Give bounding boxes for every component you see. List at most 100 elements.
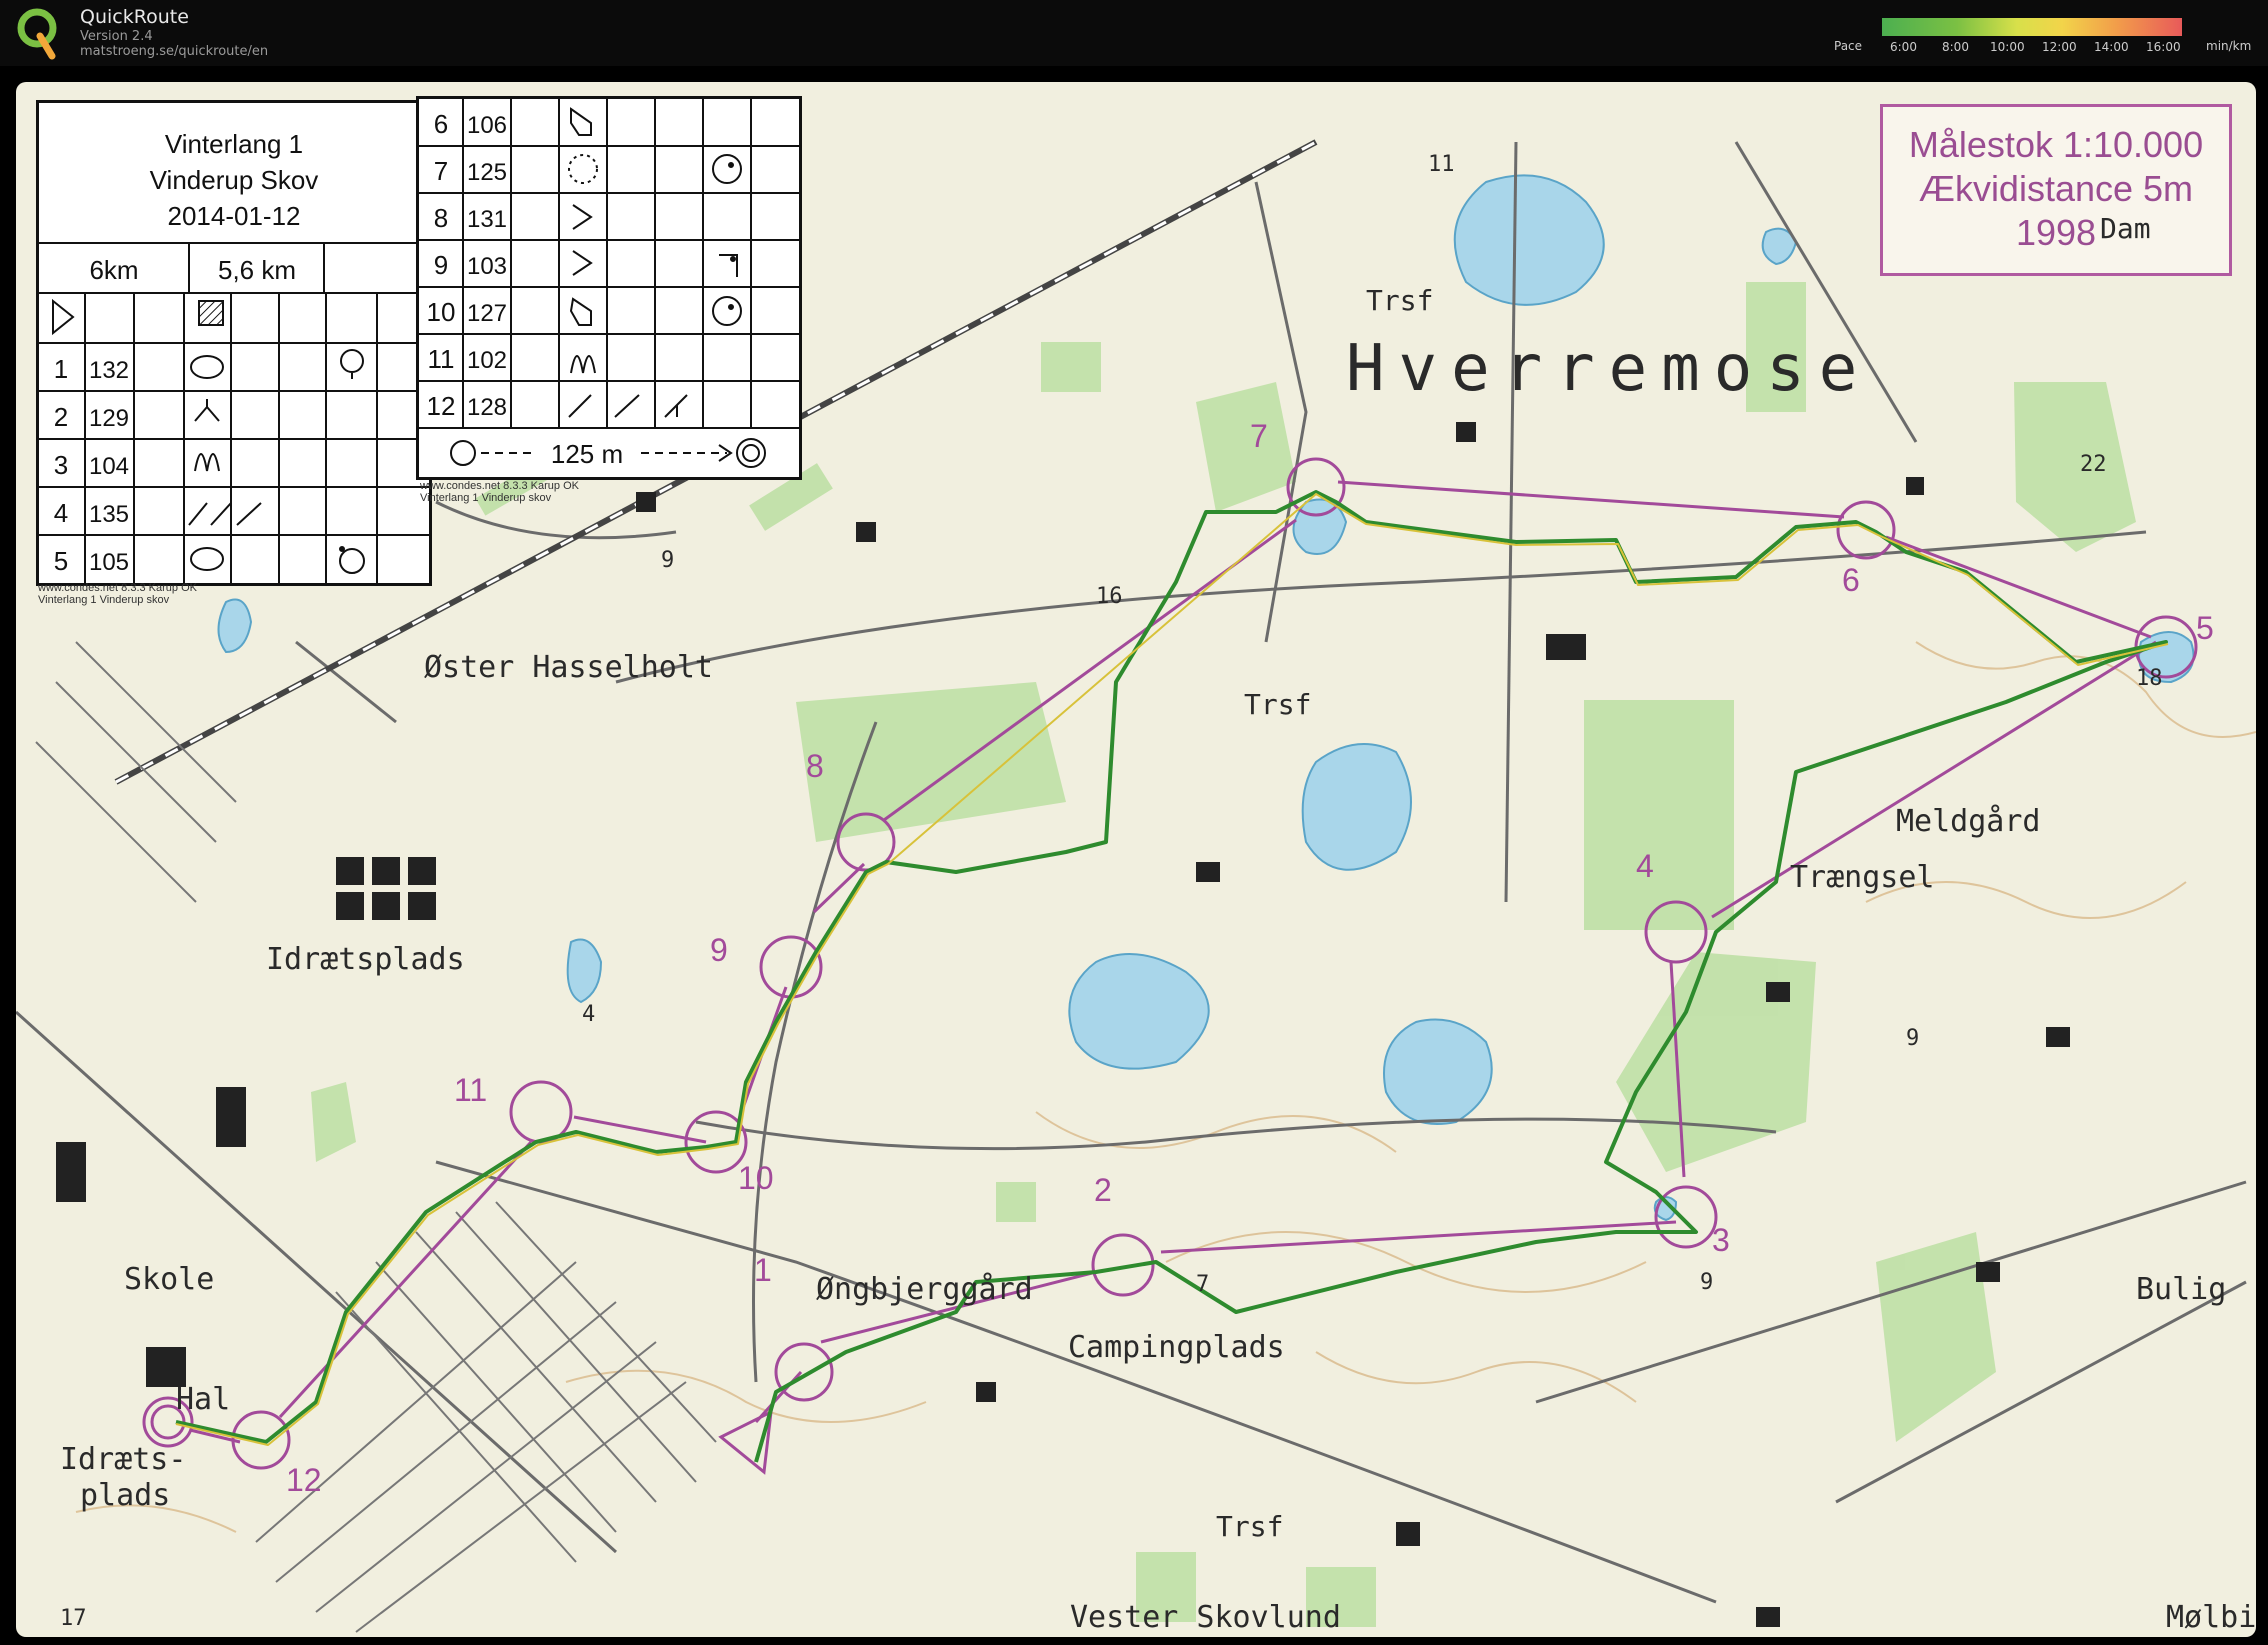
place-name-molbi: Mølbi [2166, 1600, 2256, 1635]
control-code: 132 [89, 357, 129, 384]
control-code: 104 [89, 453, 129, 480]
control-code: 127 [467, 300, 507, 327]
control-code: 125 [467, 159, 507, 186]
control-num: 10 [427, 297, 456, 327]
credit-right-1: www.condes.net 8.3.3 Karup OK [420, 480, 579, 492]
scale-line-3: 1998 [2015, 212, 2097, 253]
app-version: Version 2.4 [80, 29, 153, 44]
start-symbol-icon [52, 298, 75, 336]
control-num: 6 [434, 109, 448, 139]
title-bar: QuickRoute Version 2.4 matstroeng.se/qui… [0, 0, 2268, 66]
control-code: 135 [89, 501, 129, 528]
control-label-3: 3 [1712, 1222, 1730, 1258]
place-name-vester-skovlund: Vester Skovlund [1070, 1600, 1341, 1635]
spot-height: 9 [1906, 1026, 1920, 1051]
hatch-symbol-icon [198, 300, 224, 326]
control-label-4: 4 [1636, 848, 1654, 884]
control-label-7: 7 [1250, 418, 1268, 454]
control-num: 5 [54, 546, 68, 576]
pace-tick: 6:00 [1890, 40, 1917, 54]
pace-tick: 14:00 [2094, 40, 2129, 54]
control-num: 2 [54, 402, 68, 432]
control-num: 9 [434, 250, 448, 280]
pace-tick: 12:00 [2042, 40, 2077, 54]
control-label-5: 5 [2196, 610, 2214, 646]
app-url: matstroeng.se/quickroute/en [80, 44, 269, 59]
control-num: 12 [427, 391, 456, 421]
pace-tick: 10:00 [1990, 40, 2025, 54]
place-name-idraetsplads: Idrætsplads [266, 942, 465, 977]
map-canvas[interactable]: Vinterlang 1 Vinderup Skov 2014-01-12 6k… [16, 82, 2256, 1637]
event-venue: Vinderup Skov [150, 165, 319, 195]
credit-left-2: Vinterlang 1 Vinderup skov [38, 594, 170, 606]
control-description-card-2: 6 106 7 125 8 131 9 103 10 127 11 102 12… [416, 96, 802, 480]
control-code: 105 [89, 549, 129, 576]
finish-distance: 125 m [551, 439, 623, 469]
place-name-trsf: Trsf [1244, 688, 1312, 721]
pace-tick: 16:00 [2146, 40, 2181, 54]
place-name-idraets-plads-2: plads [80, 1478, 171, 1513]
event-date: 2014-01-12 [168, 201, 301, 231]
credit-left-1: www.condes.net 8.3.3 Karup OK [38, 582, 197, 594]
scale-line-2: Ækvidistance 5m [1918, 168, 2194, 209]
place-name-hal: Hal [176, 1382, 231, 1417]
scale-line-1: Målestok 1:10.000 [1908, 124, 2204, 165]
place-name-meldgard: Meldgård [1896, 804, 2041, 839]
control-label-1: 1 [754, 1252, 772, 1288]
control-label-9: 9 [710, 932, 728, 968]
course-legs [189, 480, 2157, 1444]
control-label-2: 2 [1094, 1172, 1112, 1208]
place-name-dam: Dam [2100, 212, 2151, 245]
control-num: 11 [428, 344, 455, 374]
spot-height: 17 [60, 1606, 87, 1631]
control-num: 3 [54, 450, 68, 480]
event-name: Vinterlang 1 [165, 129, 303, 159]
scale-legend-box: Målestok 1:10.000 Ækvidistance 5m 1998 [1880, 104, 2232, 276]
control-code: 103 [467, 253, 507, 280]
control-num: 1 [54, 354, 68, 384]
spot-height: 11 [1428, 152, 1455, 177]
control-card-grid-2: 6 106 7 125 8 131 9 103 10 127 11 102 12… [419, 99, 799, 469]
quickroute-logo-icon [17, 8, 57, 60]
place-name-ongbjerggard: Øngbjerggård [816, 1272, 1033, 1307]
distance-b: 5,6 km [218, 255, 296, 285]
spot-height: 16 [1096, 584, 1123, 609]
pace-tick: 8:00 [1942, 40, 1969, 54]
control-code: 129 [89, 405, 129, 432]
control-num: 4 [54, 498, 68, 528]
credit-right-2: Vinterlang 1 Vinderup skov [420, 492, 552, 504]
place-name-campingplads: Campingplads [1068, 1330, 1285, 1365]
spot-height: 7 [1196, 1272, 1210, 1297]
distance-a: 6km [89, 255, 138, 285]
control-description-card: Vinterlang 1 Vinderup Skov 2014-01-12 6k… [36, 100, 432, 586]
spot-height: 18 [2136, 666, 2163, 691]
place-name-skole: Skole [124, 1262, 215, 1297]
spot-height: 22 [2080, 452, 2107, 477]
place-name-bulig: Bulig [2136, 1272, 2227, 1307]
pace-label: Pace [1834, 39, 1863, 53]
description-symbols-left [188, 349, 365, 574]
place-name-oster-hasselholt: Øster Hasselholt [424, 650, 713, 685]
control-code: 102 [467, 347, 507, 374]
place-name-traengsel: Trængsel [1790, 860, 1935, 895]
spot-height: 9 [1700, 1270, 1714, 1295]
control-code: 106 [467, 112, 507, 139]
spot-height: 4 [582, 1002, 596, 1027]
place-name-idraets-plads-1: Idræts- [60, 1442, 187, 1477]
place-name-hverremose: Hverremose [1346, 332, 1872, 406]
place-name-trsf: Trsf [1366, 284, 1434, 317]
control-card-grid: Vinterlang 1 Vinderup Skov 2014-01-12 6k… [39, 129, 429, 583]
app-title: QuickRoute [80, 6, 189, 28]
control-code: 128 [467, 394, 507, 421]
pace-unit: min/km [2206, 39, 2252, 53]
control-label-12: 12 [286, 1462, 322, 1498]
control-label-6: 6 [1842, 562, 1860, 598]
control-label-11: 11 [454, 1072, 488, 1108]
control-num: 7 [434, 156, 448, 186]
pace-color-scale [1882, 18, 2182, 36]
control-label-10: 10 [738, 1160, 774, 1196]
control-num: 8 [434, 203, 448, 233]
spot-height: 9 [661, 548, 675, 573]
control-label-8: 8 [806, 748, 824, 784]
control-code: 131 [467, 206, 507, 233]
